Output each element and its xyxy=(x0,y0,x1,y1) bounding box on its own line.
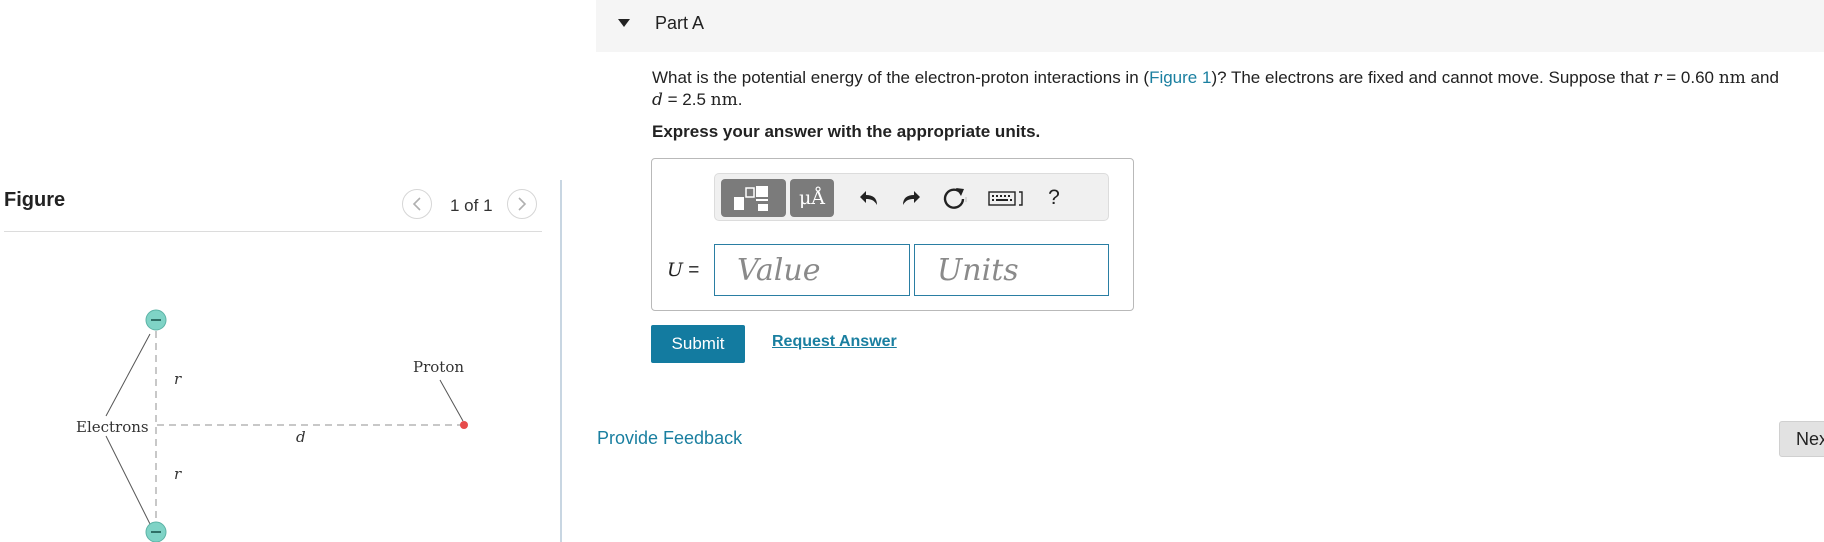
answer-variable-label: U = xyxy=(667,259,699,282)
answer-variable: U xyxy=(667,259,684,281)
r-label-top: r xyxy=(174,370,182,388)
value-input[interactable] xyxy=(714,244,910,296)
next-figure-button[interactable] xyxy=(507,189,537,219)
question-text-middle: )? The electrons are fixed and cannot mo… xyxy=(1211,68,1654,87)
d-unit: nm xyxy=(710,90,738,110)
caret-down-icon[interactable] xyxy=(616,17,632,29)
d-value: = 2.5 xyxy=(662,90,711,109)
provide-feedback-link[interactable]: Provide Feedback xyxy=(597,428,742,449)
question-text: What is the potential energy of the elec… xyxy=(652,67,1824,111)
templates-icon xyxy=(733,186,768,211)
previous-figure-button[interactable] xyxy=(402,189,432,219)
units-button[interactable]: μÅ xyxy=(790,179,834,217)
request-answer-link[interactable]: Request Answer xyxy=(772,333,897,351)
electrons-leader-line-bottom xyxy=(105,435,151,525)
chevron-right-icon xyxy=(518,197,527,211)
figure-title: Figure xyxy=(4,189,66,211)
question-text-start: What is the potential energy of the elec… xyxy=(652,68,1150,87)
chevron-left-icon xyxy=(412,197,421,211)
help-button[interactable]: ? xyxy=(1039,179,1069,217)
answer-instruction: Express your answer with the appropriate… xyxy=(652,122,1041,141)
r-unit: nm xyxy=(1718,68,1746,88)
answer-box: μÅ ? U = Value Units xyxy=(651,158,1134,311)
reset-button[interactable] xyxy=(937,179,971,217)
r-symbol: r xyxy=(1653,68,1662,88)
d-symbol: d xyxy=(652,90,663,110)
electron-bottom xyxy=(145,521,167,542)
units-input[interactable] xyxy=(914,244,1109,296)
proton-label: Proton xyxy=(413,358,464,376)
figure-divider xyxy=(4,231,542,232)
answer-equals: = xyxy=(683,260,700,281)
keyboard-icon xyxy=(988,191,1023,206)
next-button[interactable]: Next xyxy=(1779,421,1824,457)
figure-1-link[interactable]: Figure 1 xyxy=(1149,68,1211,87)
figure-panel: Figure 1 of 1 Electrons Proton r r d xyxy=(0,0,560,542)
question-period: . xyxy=(737,90,743,109)
submit-button[interactable]: Submit xyxy=(651,325,745,363)
math-toolbar: μÅ ? xyxy=(714,173,1109,221)
figure-counter: 1 of 1 xyxy=(450,196,493,215)
panel-divider xyxy=(560,180,562,542)
page: Figure 1 of 1 Electrons Proton r r d Par… xyxy=(0,0,1824,542)
keyboard-button[interactable] xyxy=(985,179,1027,217)
templates-button[interactable] xyxy=(721,179,786,217)
undo-button[interactable] xyxy=(855,179,885,217)
part-a-header[interactable]: Part A xyxy=(596,0,1824,52)
figure-navigation: 1 of 1 xyxy=(402,189,542,221)
r-label-bottom: r xyxy=(174,465,182,483)
electron-proton-diagram: Electrons Proton r r d xyxy=(76,309,468,542)
redo-icon xyxy=(903,191,920,205)
undo-icon xyxy=(860,191,877,205)
and-text: and xyxy=(1745,68,1779,87)
proton-dot xyxy=(460,421,468,429)
redo-button[interactable] xyxy=(895,179,925,217)
reset-icon xyxy=(943,188,967,209)
electron-top xyxy=(145,309,167,331)
r-value: = 0.60 xyxy=(1661,68,1719,87)
electrons-label: Electrons xyxy=(76,418,149,436)
proton-leader-line xyxy=(439,379,464,422)
d-label: d xyxy=(296,428,306,446)
part-title: Part A xyxy=(655,13,705,33)
electrons-leader-line-top xyxy=(105,333,151,417)
